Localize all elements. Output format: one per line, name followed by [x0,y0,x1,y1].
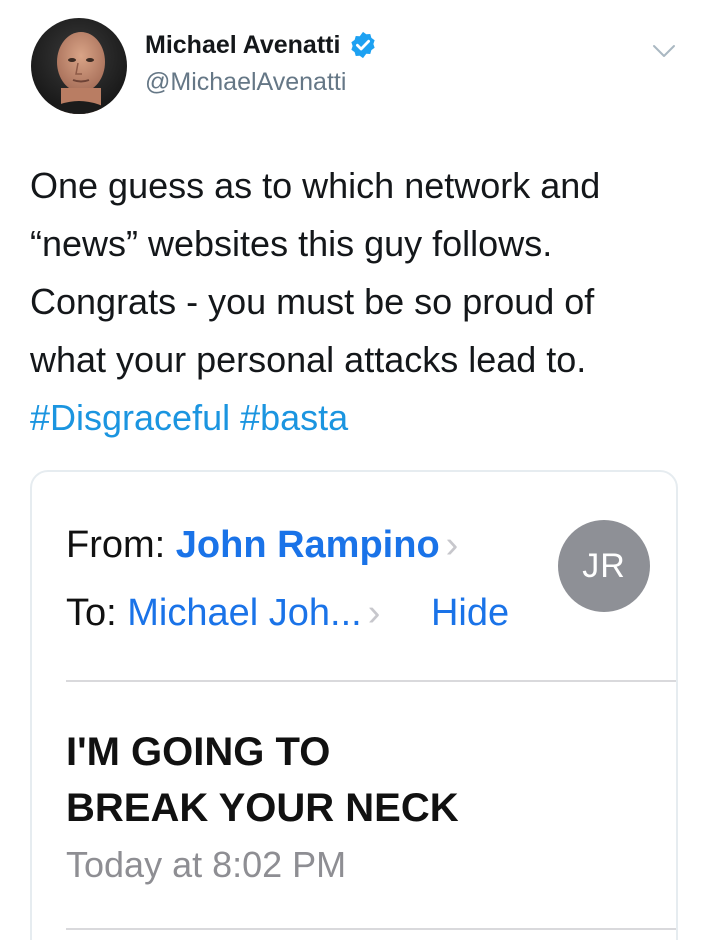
chevron-right-icon: › [445,524,459,566]
recipient-name: Michael Joh... [127,592,362,634]
sender-name: John Rampino [175,524,440,566]
tweet-text: One guess as to which network and “news”… [30,157,670,447]
subject-line: I'M GOING TO [66,730,331,774]
author-avatar[interactable] [31,18,127,114]
email-screenshot: From: John Rampino › To: Michael Joh... › … [32,472,676,940]
email-from-row: From: John Rampino › [66,524,458,567]
author-name[interactable]: Michael Avenatti [145,30,378,60]
sender-initials-avatar: JR [558,520,650,612]
divider [66,680,676,682]
hashtag-line: #Disgraceful #basta [30,389,670,447]
chevron-down-icon[interactable] [650,40,678,62]
tweet-text-line: One guess as to which network and [30,165,601,206]
from-label: From: [66,524,166,566]
divider [66,928,676,930]
hashtag-disgraceful[interactable]: #Disgraceful [30,397,230,438]
author-handle[interactable]: @MichaelAvenatti [145,68,346,97]
attached-image-card[interactable]: From: John Rampino › To: Michael Joh... › … [30,470,678,940]
tweet-screenshot: Michael Avenatti @MichaelAvenatti One gu… [0,0,704,940]
hide-link: Hide [430,592,510,634]
profile-photo [31,18,127,114]
verified-badge-icon [351,31,376,59]
email-to-row: To: Michael Joh... › Hide [66,592,509,635]
author-name-text: Michael Avenatti [145,30,341,59]
tweet-text-line: what your personal attacks lead to. [30,339,587,380]
to-label: To: [66,592,117,634]
tweet-text-line: “news” websites this guy follows. [30,223,553,264]
subject-line: BREAK YOUR NECK [66,786,459,830]
email-subject: I'M GOING TO BREAK YOUR NECK [66,724,459,836]
chevron-right-icon: › [367,592,381,634]
email-date: Today at 8:02 PM [66,844,347,885]
tweet-text-line: Congrats - you must be so proud of [30,281,595,322]
hashtag-basta[interactable]: #basta [240,397,348,438]
